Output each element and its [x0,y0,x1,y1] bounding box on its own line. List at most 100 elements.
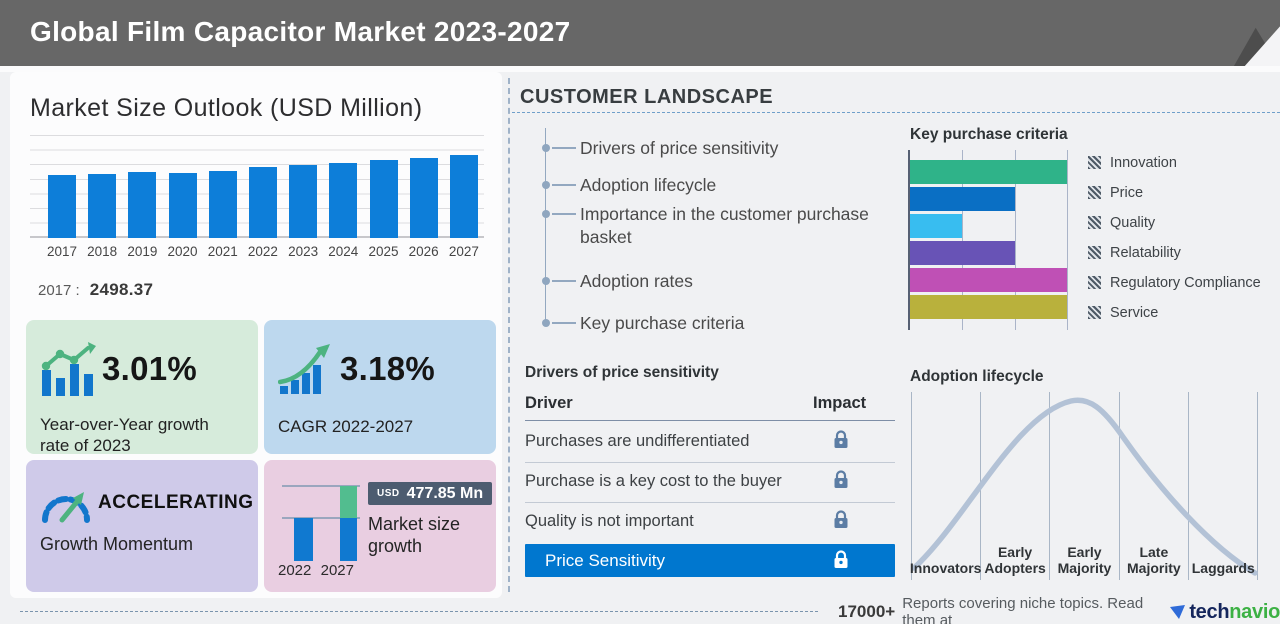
heading-dashed-underline [512,112,1280,113]
bar-2027 [449,155,478,238]
col-driver: Driver [525,394,573,412]
base-year-value: 2017 : 2498.37 [38,280,153,300]
cagr-value: 3.18% [340,350,436,387]
cagr-label: CAGR 2022-2027 [278,417,414,436]
speedometer-icon [42,492,90,523]
legend-item: Relatability [1088,244,1261,261]
list-item-adoption-lifecycle: Adoption lifecycle [542,174,880,197]
brand-tech: tech [1189,600,1230,623]
base-year-number: 2498.37 [89,280,154,299]
x-tick-2024: 2024 [328,244,359,259]
bar-2025 [369,160,398,238]
legend-item: Price [1088,185,1261,201]
list-item-price-sensitivity: Drivers of price sensitivity [542,137,880,160]
hatch-swatch-icon [1088,246,1101,259]
growth-amount: 477.85 Mn [406,484,484,502]
market-size-bars [42,135,484,238]
footer-text: Reports covering niche topics. Read them… [902,595,1144,624]
x-tick-2017: 2017 [46,244,78,259]
key-purchase-criteria-legend: Innovation Price Quality Relatability Regula… [1088,154,1261,321]
legend-label: Innovation [1110,154,1177,171]
page-fold-decoration [1216,0,1280,66]
vertical-dashed-divider [508,78,510,592]
drivers-title: Drivers of price sensitivity [525,364,719,381]
lock-icon [834,510,848,528]
currency-label: USD [377,488,400,499]
lock-icon [834,430,848,448]
bar-2018 [88,174,117,238]
lifecycle-label-early-majority: Early Majority [1057,544,1112,576]
gridline [1067,150,1068,330]
driver-row-2: Purchase is a key cost to the buyer [525,462,895,502]
price-sensitivity-highlight-row: Price Sensitivity [525,544,895,577]
x-tick-2025: 2025 [368,244,399,259]
driver-row-3: Quality is not important [525,502,895,542]
market-growth-box: 2022 2027 USD 477.85 Mn Market size grow… [264,460,496,592]
technavio-logo[interactable]: tech navio [1169,601,1280,624]
x-tick-2021: 2021 [207,244,238,259]
bar-2024 [329,163,358,238]
driver-row-3-text: Quality is not important [525,512,694,530]
customer-landscape-list: Drivers of price sensitivity Adoption li… [512,120,912,335]
market-growth-label: Market size growth [368,514,461,556]
brand-navio: navio [1229,600,1280,623]
legend-label: Relatability [1110,244,1181,261]
growth-amount-badge: USD 477.85 Mn [368,482,493,505]
yoy-growth-label: Year-over-Year growth rate of 2023 [40,415,209,456]
market-size-title: Market Size Outlook (USD Million) [30,94,423,122]
cagr-box: 3.18% CAGR 2022-2027 [264,320,496,454]
driver-row-1-text: Purchases are undifferentiated [525,432,750,450]
x-tick-2026: 2026 [408,244,439,259]
list-item-key-purchase-criteria: Key purchase criteria [542,312,880,335]
header-rule [525,420,895,421]
growth-mini-chart [282,485,360,561]
growth-bars-icon [41,342,96,396]
lifecycle-label-laggards: Laggards [1191,559,1255,576]
legend-item: Service [1088,305,1261,321]
bar-2022 [248,167,277,238]
report-count: 17000+ [838,602,896,621]
bar-2021 [208,171,237,238]
key-purchase-criteria-title: Key purchase criteria [910,126,1068,143]
momentum-box: ACCELERATING Growth Momentum [26,460,258,592]
bar-2017 [48,175,76,238]
bar-2026 [409,158,438,238]
kpc-bar-regulatory-compliance [910,268,1067,292]
hatch-swatch-icon [1088,216,1101,229]
yoy-growth-value: 3.01% [102,350,198,387]
kpc-bar-innovation [910,160,1067,184]
drivers-table-header: Driver Impact [525,394,895,413]
mini-year-2022: 2022 [278,562,312,579]
hatch-swatch-icon [1088,276,1101,289]
x-tick-2022: 2022 [247,244,278,259]
hatch-swatch-icon [1088,156,1101,169]
key-purchase-criteria-chart [908,150,1068,330]
infographic-canvas: Global Film Capacitor Market 2023-2027 M… [0,0,1280,624]
connector-line [545,128,546,324]
momentum-label: Growth Momentum [40,534,194,554]
kpc-bar-quality [910,214,962,238]
lifecycle-label-late-majority: Late Majority [1127,544,1181,576]
legend-item: Regulatory Compliance [1088,275,1261,291]
adoption-lifecycle-labels: Innovators Early Adopters Early Majority La… [909,544,1258,576]
x-tick-2020: 2020 [167,244,198,259]
bar-2019 [128,172,157,238]
market-size-card: Market Size Outlook (USD Million) 2017 20… [10,72,502,598]
cagr-trend-icon [278,344,330,394]
list-item-purchase-basket: Importance in the customer purchase bask… [542,203,880,249]
adoption-lifecycle-chart: Innovators Early Adopters Early Majority La… [909,392,1258,580]
legend-item: Quality [1088,214,1261,231]
kpc-bar-service [910,295,1067,319]
price-sensitivity-label: Price Sensitivity [545,551,665,570]
page-title: Global Film Capacitor Market 2023-2027 [30,16,571,47]
header-bar: Global Film Capacitor Market 2023-2027 [0,0,1280,66]
x-tick-2018: 2018 [87,244,118,259]
lifecycle-label-innovators: Innovators [909,559,982,576]
legend-item: Innovation [1088,154,1261,171]
mini-year-2027: 2027 [320,562,354,579]
lock-icon [834,470,848,488]
legend-label: Quality [1110,214,1156,231]
momentum-value: ACCELERATING [98,492,254,513]
kpc-bar-price [910,187,1015,211]
driver-row-1: Purchases are undifferentiated [525,422,895,462]
